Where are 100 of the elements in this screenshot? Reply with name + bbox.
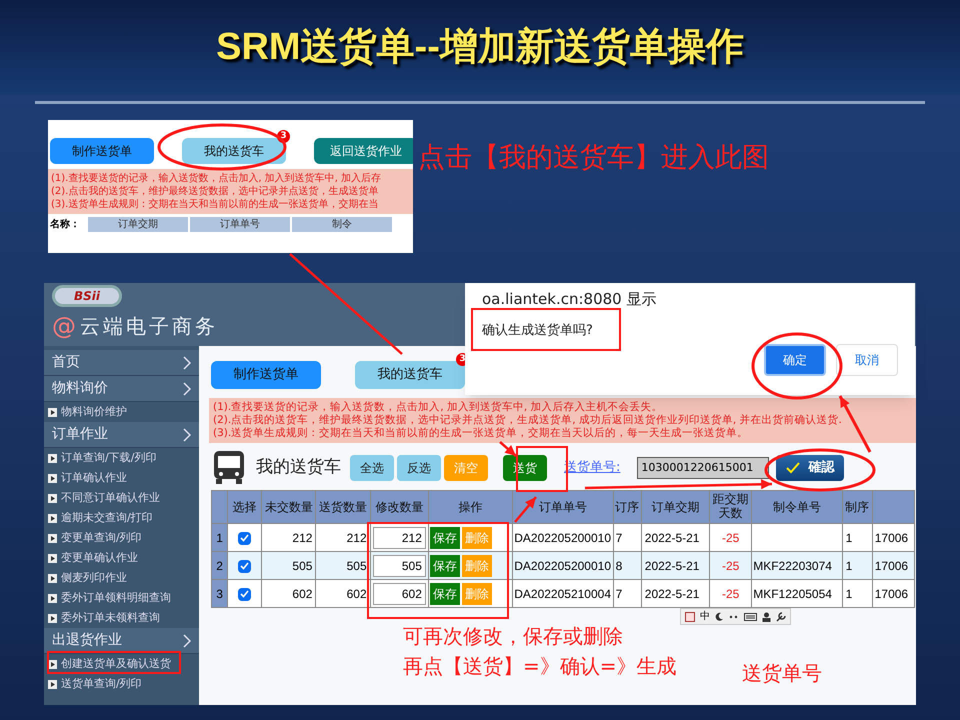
play-icon: [48, 514, 57, 522]
column-header: 送货数量: [319, 500, 368, 514]
check-icon: [240, 590, 250, 598]
sidebar-item[interactable]: 侧麦列印作业: [44, 568, 199, 588]
quantity-field[interactable]: 505: [372, 554, 426, 576]
column-header: 距交期天数: [712, 492, 750, 520]
chevron-right-icon: [183, 382, 191, 396]
quantity-field[interactable]: 602: [372, 582, 426, 604]
column-header: 修改数量: [375, 500, 424, 514]
checkbox[interactable]: [238, 532, 252, 545]
sidebar-section[interactable]: 首页: [44, 350, 199, 376]
action-button[interactable]: 全选: [350, 455, 394, 481]
table-cell: 602: [316, 580, 370, 608]
quantity-field[interactable]: 212: [372, 526, 426, 548]
sidebar-item[interactable]: 送货单查询/列印: [44, 674, 199, 694]
column-header: 制令: [292, 216, 392, 232]
tab[interactable]: 返回送货作业: [314, 138, 413, 164]
slide-title: SRM送货单--增加新送货单操作: [216, 25, 744, 70]
notice-text: (1).查找要送货的记录，输入送货数，点击加入, 加入到送货车中, 加入后存: [51, 172, 382, 185]
brand-name: 云端电子商务: [80, 313, 218, 340]
annotation-text: 可再次修改，保存或删除: [403, 623, 623, 650]
sidebar-section[interactable]: 订单作业: [44, 422, 199, 448]
order-number-field[interactable]: 1030001220615001: [637, 457, 770, 479]
play-icon: [48, 454, 57, 462]
sidebar-item[interactable]: 不同意订单确认作业: [44, 488, 199, 508]
sidebar-item[interactable]: 变更单确认作业: [44, 548, 199, 568]
user-icon: [762, 612, 771, 622]
sidebar-item[interactable]: 委外订单领料明细查询: [44, 588, 199, 608]
sidebar-item[interactable]: 订单查询/下载/列印: [44, 448, 199, 468]
field-label: 名称：: [49, 218, 81, 232]
play-icon: [48, 408, 57, 416]
column-header: 未交数量: [264, 500, 313, 514]
at-sign: @: [52, 314, 76, 338]
annotation-arrow: [514, 496, 537, 523]
tab[interactable]: 我的送货车: [182, 138, 286, 164]
bus-icon: [211, 450, 247, 486]
table-cell: 602: [262, 580, 316, 608]
sidebar-item[interactable]: 订单确认作业: [44, 468, 199, 488]
chevron-right-icon: [183, 428, 191, 442]
dialog-button[interactable]: 确定: [764, 344, 826, 376]
cart-title: 我的送货车: [256, 456, 341, 480]
play-icon: [48, 474, 57, 482]
callout-text: 点击【我的送货车】进入此图: [418, 141, 769, 175]
keyboard-icon: [744, 612, 757, 620]
notice-text: (3).送货单生成规则：交期在当天和当前以前的生成一张送货单，交期在当: [51, 198, 380, 211]
play-icon: [48, 554, 57, 562]
chevron-right-icon: [183, 356, 191, 370]
confirm-button[interactable]: 確認: [776, 455, 844, 481]
check-icon: [240, 534, 250, 542]
dialog-button[interactable]: 取消: [836, 344, 898, 376]
dialog-title: oa.liantek.cn:8080 显示: [482, 289, 658, 310]
column-header: 订单单号: [538, 500, 587, 514]
dialog-message: 确认生成送货单吗?: [482, 322, 594, 340]
play-icon: [48, 594, 57, 602]
sidebar-section[interactable]: 物料询价: [44, 376, 199, 402]
calendar-icon: [685, 612, 695, 622]
table-cell: 17006: [872, 580, 914, 608]
table-cell: DA202205210004: [512, 580, 614, 608]
sidebar-item[interactable]: 委外订单未领料查询: [44, 608, 199, 628]
column-header: 选择: [232, 500, 257, 514]
column-header: 订单单号: [190, 216, 290, 232]
tab[interactable]: 制作送货单: [50, 138, 154, 164]
annotation-text: 送货单号: [742, 660, 822, 687]
table-cell: 1: [842, 580, 872, 608]
checkbox[interactable]: [238, 588, 252, 601]
wrench-icon: [776, 612, 786, 622]
row-number: 1: [212, 524, 228, 552]
tab[interactable]: 我的送货车: [355, 361, 465, 389]
column-header: 制令单号: [772, 500, 821, 514]
save-button[interactable]: 保存: [430, 526, 460, 548]
save-button[interactable]: 保存: [430, 582, 460, 604]
play-icon: [48, 614, 57, 622]
sidebar-item[interactable]: 创建送货单及确认送货: [44, 654, 199, 674]
checkbox[interactable]: [238, 560, 252, 573]
annotation-arrow: [499, 441, 517, 457]
tab[interactable]: 制作送货单: [211, 361, 321, 389]
save-button[interactable]: 保存: [430, 554, 460, 576]
table-cell: 7: [613, 580, 642, 608]
column-header: 制序: [845, 500, 870, 514]
logo: BSii: [52, 285, 122, 307]
action-button[interactable]: 反选: [397, 455, 441, 481]
chevron-right-icon: [183, 634, 191, 648]
row-number: 2: [212, 552, 228, 580]
check-icon: [786, 462, 800, 474]
notice-text: (2).点击我的送货车，维护最终送货数据，选中记录并点送货，生成送货单, 成功后返回送货作业列印送货单, 并在出货前确认送货.: [213, 414, 843, 427]
play-icon: [48, 680, 57, 688]
column-header: 订单交期: [88, 216, 188, 232]
table-cell: MKF12205054: [753, 586, 832, 600]
sidebar-item[interactable]: 变更单查询/列印: [44, 528, 199, 548]
notice-text: (2).点击我的送货车，维护最终送货数据，选中记录并点送货，生成送货单: [51, 185, 380, 198]
table-cell: MKF22203074: [753, 558, 832, 572]
sidebar-item[interactable]: 物料询价维护: [44, 402, 199, 422]
play-icon: [48, 494, 57, 502]
sidebar-item[interactable]: 逾期未交查询/打印: [44, 508, 199, 528]
annotation-text: 再点【送货】=》确认=》生成: [403, 653, 677, 680]
sidebar-section[interactable]: 出退货作业: [44, 628, 199, 654]
column-header: 操作: [458, 500, 483, 514]
annotation-arrow: [838, 395, 872, 453]
check-icon: [240, 562, 250, 570]
notice-text: (3).送货单生成规则：交期在当天和当前以前的生成一张送货单，交期在当天以后的，每一天生成一张送货单。: [213, 427, 750, 440]
